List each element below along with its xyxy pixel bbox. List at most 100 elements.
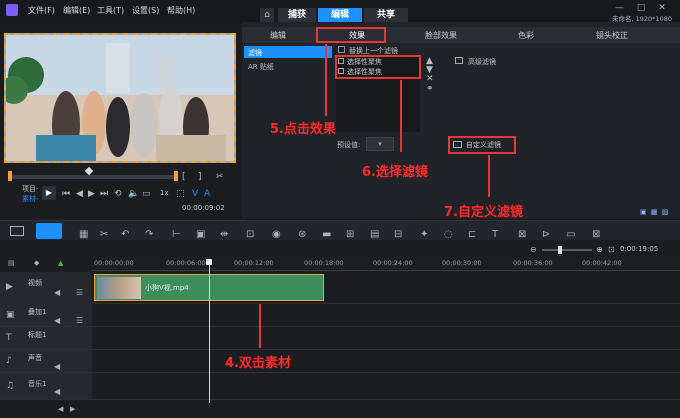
tool-icon-7[interactable]: ◉ xyxy=(272,229,281,240)
timeline-view-button[interactable] xyxy=(36,223,62,239)
menu-help[interactable]: 帮助(H) xyxy=(167,5,195,16)
volume-icon[interactable]: 🔈 xyxy=(128,189,139,199)
mute-icon[interactable]: ◀ xyxy=(54,316,60,325)
ruler-tick: 00:00:42:00 xyxy=(582,259,622,267)
undo-icon[interactable]: ↶ xyxy=(121,229,129,240)
go-start-icon[interactable]: ⏮ xyxy=(62,189,70,199)
menu-settings[interactable]: 设置(S) xyxy=(132,5,159,16)
zoom-slider[interactable] xyxy=(542,249,592,251)
ruler-tick: 00:00:36:00 xyxy=(513,259,553,267)
prev-frame-icon[interactable]: ◀ xyxy=(76,189,83,199)
trim-marker-right[interactable] xyxy=(174,171,178,181)
tool-icon-15[interactable]: ⊏ xyxy=(468,229,476,240)
next-frame-icon[interactable]: ▶ xyxy=(88,189,95,199)
minimize-icon[interactable]: — xyxy=(615,3,624,13)
scrubber-track[interactable] xyxy=(8,175,178,179)
filter-list-highlight xyxy=(335,55,421,79)
tool-icon-5[interactable]: ⇹ xyxy=(220,229,228,240)
project-mode-label[interactable]: 项目- xyxy=(22,184,39,194)
speed-tag[interactable]: 1x xyxy=(160,189,169,197)
arrow-step5 xyxy=(325,44,327,116)
track-options-icon[interactable]: ☰ xyxy=(76,316,83,325)
tab-edit[interactable]: 编辑 xyxy=(318,8,362,22)
delete-filter-icon[interactable]: ✕ xyxy=(426,74,434,84)
advanced-filter-label[interactable]: 高级滤镜 xyxy=(468,57,496,67)
track-options-icon[interactable]: ☰ xyxy=(76,288,83,297)
play-button[interactable]: ▶ xyxy=(42,186,56,200)
mark-out-icon[interactable]: ] xyxy=(198,172,202,182)
replace-filter-checkbox[interactable] xyxy=(338,46,345,53)
tool-icon-9[interactable]: ▬ xyxy=(322,229,331,240)
tool-icon-12[interactable]: ⊟ xyxy=(394,229,402,240)
split-clip-icon[interactable]: ✂ xyxy=(216,172,224,182)
mute-icon[interactable]: ◀ xyxy=(54,362,60,371)
zoom-out-icon[interactable]: ⊖ xyxy=(530,245,537,254)
expand-icon[interactable]: ▨ xyxy=(662,208,669,216)
hd-toggle-icon[interactable]: ▭ xyxy=(142,189,151,199)
track-manager-icon[interactable]: ▤ xyxy=(8,259,15,267)
trim-marker-left[interactable] xyxy=(8,171,12,181)
video-track-icon: ▶ xyxy=(6,282,13,292)
menu-edit[interactable]: 编辑(E) xyxy=(63,5,90,16)
close-icon[interactable]: ✕ xyxy=(658,3,666,13)
zoom-in-icon[interactable]: ⊕ xyxy=(596,245,603,254)
scroll-left-icon[interactable]: ◀ xyxy=(58,405,63,413)
tool-icon-18[interactable]: ⊳ xyxy=(542,229,550,240)
link-filter-icon[interactable]: ⚭ xyxy=(426,84,434,94)
annotation-step6: 6.选择滤镜 xyxy=(362,165,428,180)
subtab-color[interactable]: 色彩 xyxy=(518,30,534,41)
mute-icon[interactable]: ◀ xyxy=(54,387,60,396)
repeat-icon[interactable]: ⟲ xyxy=(114,189,122,199)
voice-track-icon: ♪ xyxy=(6,356,12,366)
preview-window[interactable] xyxy=(4,33,236,163)
mark-in-icon[interactable]: [ xyxy=(182,172,186,182)
preview-frame xyxy=(6,35,234,161)
go-end-icon[interactable]: ⏭ xyxy=(100,189,108,199)
tool-icon-8[interactable]: ⊛ xyxy=(298,229,306,240)
category-ar-sticker[interactable]: AR 贴纸 xyxy=(248,62,274,72)
zoom-slider-handle[interactable] xyxy=(558,246,562,254)
arrow-step6 xyxy=(400,80,402,152)
mute-icon[interactable]: ◀ xyxy=(54,288,60,297)
tool-icon-1[interactable]: ▦ xyxy=(79,229,88,240)
subtab-face-effects[interactable]: 脸部效果 xyxy=(425,30,457,41)
sound-mix-icon[interactable]: V xyxy=(192,189,198,199)
tab-share[interactable]: 共享 xyxy=(364,8,408,22)
tool-icon-19[interactable]: ▭ xyxy=(566,229,575,240)
tool-icon-16[interactable]: T xyxy=(492,229,498,240)
tool-icon-20[interactable]: ⊠ xyxy=(592,229,600,240)
preset-dropdown[interactable]: ▾ xyxy=(366,137,394,151)
text-tool-icon[interactable]: A xyxy=(204,189,210,199)
tool-icon-6[interactable]: ⊡ xyxy=(246,229,254,240)
track-header-voice: ♪ 声音 ◀ xyxy=(0,350,92,372)
storyboard-view-button[interactable] xyxy=(10,226,24,236)
tool-icon-4[interactable]: ▣ xyxy=(196,229,205,240)
title-track-icon: T xyxy=(6,333,12,343)
redo-icon[interactable]: ↷ xyxy=(145,229,153,240)
ruler-tick: 00:00:06:00 xyxy=(166,259,206,267)
tool-icon-14[interactable]: ◌ xyxy=(444,229,453,240)
subtab-edit[interactable]: 编辑 xyxy=(270,30,286,41)
ruler-tick: 00:00:00:00 xyxy=(94,259,134,267)
tab-capture[interactable]: 捕获 xyxy=(278,8,316,22)
home-button[interactable]: ⌂ xyxy=(260,8,274,22)
view-options-icon[interactable]: ▣ xyxy=(640,208,647,216)
tool-icon-11[interactable]: ▤ xyxy=(370,229,379,240)
subtab-lens-correction[interactable]: 镜头校正 xyxy=(596,30,628,41)
aspect-icon[interactable]: ⬚ xyxy=(176,189,185,199)
menu-tools[interactable]: 工具(T) xyxy=(97,5,124,16)
maximize-icon[interactable]: □ xyxy=(637,3,646,13)
timeline-playhead-line[interactable] xyxy=(209,265,210,403)
fit-icon[interactable]: ⊡ xyxy=(608,245,615,254)
scroll-right-icon[interactable]: ▶ xyxy=(70,405,75,413)
tool-icon-13[interactable]: ✦ xyxy=(420,229,428,240)
settings-icon[interactable]: ▦ xyxy=(651,208,658,216)
tool-icon-3[interactable]: ⊢ xyxy=(172,229,181,240)
menu-file[interactable]: 文件(F) xyxy=(28,5,55,16)
tool-icon-2[interactable]: ✂ xyxy=(100,229,108,240)
show-tracks-icon[interactable]: ▲ xyxy=(58,259,63,267)
tool-icon-10[interactable]: ⊞ xyxy=(346,229,354,240)
clip-mode-label[interactable]: 素材- xyxy=(22,194,39,204)
tool-icon-17[interactable]: ⊠ xyxy=(518,229,526,240)
add-chapter-icon[interactable]: ◆ xyxy=(34,259,39,267)
